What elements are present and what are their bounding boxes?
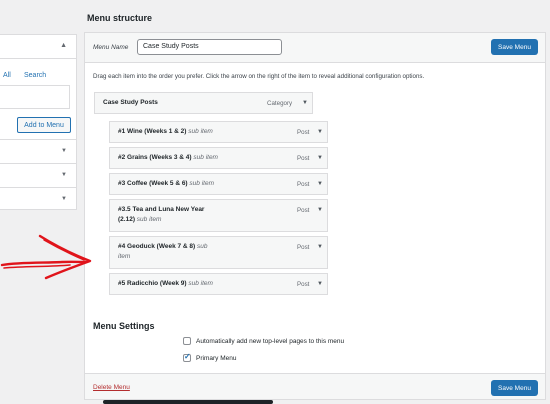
menu-item-sub-label: sub item xyxy=(189,180,214,187)
auto-add-label: Automatically add new top-level pages to… xyxy=(196,337,345,345)
menu-item-type: Post xyxy=(297,281,310,288)
menu-item-sub[interactable]: #5 Radicchio (Week 9) sub item Post ▼ xyxy=(109,273,328,295)
menu-item-title-continued: (2.12) xyxy=(118,216,135,223)
delete-menu-link[interactable]: Delete Menu xyxy=(93,384,130,391)
menu-item-type: Post xyxy=(297,181,310,188)
auto-add-checkbox[interactable] xyxy=(183,337,191,345)
menu-item-title: #5 Radicchio (Week 9) xyxy=(118,280,187,287)
menu-item-title: #1 Wine (Weeks 1 & 2) xyxy=(118,128,187,135)
menu-item-parent[interactable]: Case Study Posts Category ▼ xyxy=(94,92,313,114)
expand-arrow-icon[interactable]: ▼ xyxy=(317,207,323,213)
expand-arrow-icon[interactable]: ▼ xyxy=(61,148,67,154)
expand-arrow-icon[interactable]: ▼ xyxy=(61,172,67,178)
menu-item-type: Post xyxy=(297,155,310,162)
menu-item-title: #3.5 Tea and Luna New Year xyxy=(118,206,205,213)
panel-section-collapsed[interactable]: ▼ xyxy=(0,187,76,211)
menu-name-input[interactable]: Case Study Posts xyxy=(137,39,282,55)
save-menu-button-bottom[interactable]: Save Menu xyxy=(491,380,538,396)
expand-arrow-icon[interactable]: ▼ xyxy=(302,100,308,106)
panel-section-collapsed[interactable]: ▼ xyxy=(0,163,76,187)
primary-menu-checkbox[interactable] xyxy=(183,352,191,362)
menu-item-type: Category xyxy=(267,100,293,107)
primary-menu-option[interactable]: Primary Menu xyxy=(183,352,237,362)
menu-item-sub-label: sub item xyxy=(188,128,213,135)
menu-item-title: Case Study Posts xyxy=(103,99,158,106)
menu-item-sub-label-continued: item xyxy=(118,253,131,260)
menu-item-sub[interactable]: #3 Coffee (Week 5 & 6) sub item Post ▼ xyxy=(109,173,328,195)
menu-item-type: Post xyxy=(297,207,310,214)
drag-instructions: Drag each item into the order you prefer… xyxy=(93,73,425,80)
menu-item-sub-label: sub xyxy=(197,243,208,250)
home-indicator-bar xyxy=(103,400,273,404)
menu-item-sub-label: sub item xyxy=(193,154,218,161)
primary-menu-label: Primary Menu xyxy=(196,354,237,362)
page-title: Menu structure xyxy=(87,13,153,23)
menu-footer-bar: Delete Menu Save Menu xyxy=(85,373,545,399)
menu-management-panel: Menu Name Case Study Posts Save Menu Dra… xyxy=(84,32,546,400)
menu-settings-heading: Menu Settings xyxy=(93,321,155,331)
collapse-arrow-icon[interactable]: ▲ xyxy=(60,42,67,49)
expand-arrow-icon[interactable]: ▼ xyxy=(317,244,323,250)
menu-item-type: Post xyxy=(297,129,310,136)
tab-search[interactable]: Search xyxy=(24,72,46,79)
menu-item-title: #4 Geoduck (Week 7 & 8) xyxy=(118,243,196,250)
tab-view-all[interactable]: All xyxy=(3,72,11,79)
menu-item-sub-label: sub item xyxy=(188,280,213,287)
add-menu-items-panel: ▲ All Search Add to Menu ▼ ▼ ▼ xyxy=(0,34,77,210)
expand-arrow-icon[interactable]: ▼ xyxy=(317,155,323,161)
menu-item-sub-label: sub item xyxy=(136,216,162,223)
save-menu-button[interactable]: Save Menu xyxy=(491,39,538,55)
menu-item-title: #3 Coffee (Week 5 & 6) xyxy=(118,180,188,187)
red-arrow-annotation-icon xyxy=(0,234,92,280)
expand-arrow-icon[interactable]: ▼ xyxy=(317,129,323,135)
menu-item-sub[interactable]: #2 Grains (Weeks 3 & 4) sub item Post ▼ xyxy=(109,147,328,169)
items-checklist-box[interactable] xyxy=(0,85,70,109)
expand-arrow-icon[interactable]: ▼ xyxy=(317,281,323,287)
add-to-menu-button[interactable]: Add to Menu xyxy=(17,117,71,133)
menu-item-type: Post xyxy=(297,244,310,251)
menu-item-sub[interactable]: #1 Wine (Weeks 1 & 2) sub item Post ▼ xyxy=(109,121,328,143)
expand-arrow-icon[interactable]: ▼ xyxy=(317,181,323,187)
menu-item-title: #2 Grains (Weeks 3 & 4) xyxy=(118,154,192,161)
panel-section-header[interactable]: ▲ xyxy=(0,35,76,59)
menu-item-sub[interactable]: #3.5 Tea and Luna New Year (2.12) sub it… xyxy=(109,199,328,232)
expand-arrow-icon[interactable]: ▼ xyxy=(61,196,67,202)
menu-header-bar: Menu Name Case Study Posts Save Menu xyxy=(85,33,545,63)
panel-section-collapsed[interactable]: ▼ xyxy=(0,139,76,163)
menu-item-sub-highlighted[interactable]: #4 Geoduck (Week 7 & 8) sub item Post ▼ xyxy=(109,236,328,269)
menu-name-label: Menu Name xyxy=(93,44,129,51)
auto-add-pages-option[interactable]: Automatically add new top-level pages to… xyxy=(183,337,344,345)
